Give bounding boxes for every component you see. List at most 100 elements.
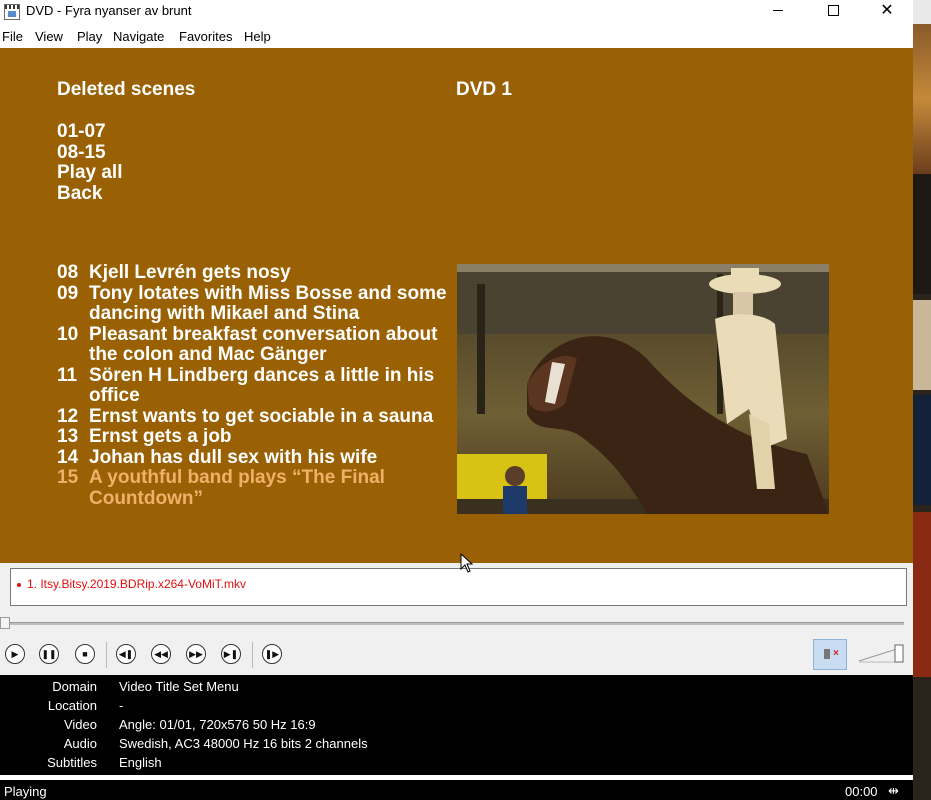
stop-button[interactable]: ■ (75, 644, 95, 664)
app-icon[interactable] (4, 4, 20, 20)
play-icon: ▶ (11, 648, 19, 659)
menu-file[interactable]: File (2, 29, 23, 44)
scene-title: Kjell Levrén gets nosy (89, 262, 291, 283)
desktop-background (913, 512, 931, 677)
info-row-subtitles: Subtitles English (0, 755, 913, 774)
info-value: Swedish, AC3 48000 Hz 16 bits 2 channels (119, 736, 368, 751)
mute-button[interactable]: × (813, 639, 847, 670)
window-title: DVD - Fyra nyanser av brunt (26, 3, 192, 18)
menu-help[interactable]: Help (244, 29, 271, 44)
playlist-item[interactable]: 1. Itsy.Bitsy.2019.BDRip.x264-VoMiT.mkv (17, 577, 246, 591)
scene-item[interactable]: 12 Ernst wants to get sociable in a sauna (57, 405, 457, 428)
menu-bar: File View Play Navigate Favorites Help (0, 27, 913, 47)
desktop-background (913, 0, 931, 24)
menu-view[interactable]: View (35, 29, 63, 44)
minimize-button[interactable] (755, 0, 801, 24)
elapsed-time: 00:00 (845, 784, 878, 799)
rewind-button[interactable]: ◀◀ (151, 644, 171, 664)
info-row-video: Video Angle: 01/01, 720x576 50 Hz 16:9 (0, 717, 913, 736)
dvd-nav-list: 01-07 08-15 Play all Back (57, 121, 123, 205)
next-button[interactable]: ▶❚ (221, 644, 241, 664)
previous-icon: ◀❚ (118, 648, 134, 659)
scene-title: Ernst gets a job (89, 426, 232, 447)
scene-list: 08 Kjell Levrén gets nosy 09 Tony lotates … (57, 262, 457, 509)
seek-bar[interactable] (5, 622, 904, 625)
scene-number: 14 (57, 446, 79, 468)
scene-number: 13 (57, 426, 79, 447)
status-text: Playing (4, 784, 47, 799)
scene-title: Tony lotates with Miss Bosse and some da… (89, 282, 447, 324)
dvd-menu-title: Deleted scenes (57, 79, 196, 100)
scene-title: Johan has dull sex with his wife (89, 446, 378, 468)
play-button[interactable]: ▶ (5, 644, 25, 664)
dvd-nav-item[interactable]: Play all (57, 162, 123, 184)
minimize-icon (773, 10, 783, 12)
dvd-nav-item[interactable]: 08-15 (57, 142, 123, 164)
menu-navigate[interactable]: Navigate (113, 29, 164, 44)
info-row-domain: Domain Video Title Set Menu (0, 679, 913, 698)
scene-title: Pleasant breakfast conversation about th… (89, 323, 438, 365)
mouse-cursor-icon (460, 553, 474, 573)
scene-title: Ernst wants to get sociable in a sauna (89, 405, 434, 427)
controls-area (0, 608, 913, 675)
pause-icon: ❚❚ (41, 648, 57, 659)
speaker-icon (824, 649, 830, 659)
stop-icon: ■ (82, 648, 88, 659)
dvd-nav-item[interactable]: 01-07 (57, 121, 123, 143)
scene-item[interactable]: 10 Pleasant breakfast conversation about … (57, 323, 457, 366)
fast-forward-button[interactable]: ▶▶ (186, 644, 206, 664)
close-button[interactable]: ✕ (864, 0, 910, 24)
title-bar: DVD - Fyra nyanser av brunt ✕ (0, 0, 913, 24)
toolbar-separator (252, 642, 253, 668)
volume-slider[interactable] (857, 643, 905, 665)
scene-number: 15 (57, 467, 79, 488)
maximize-icon (827, 5, 839, 17)
info-value: English (119, 755, 162, 770)
scene-number: 11 (57, 364, 78, 386)
playlist[interactable]: 1. Itsy.Bitsy.2019.BDRip.x264-VoMiT.mkv (10, 568, 907, 606)
scene-item[interactable]: 08 Kjell Levrén gets nosy (57, 262, 457, 284)
info-row-audio: Audio Swedish, AC3 48000 Hz 16 bits 2 ch… (0, 736, 913, 755)
scene-number: 09 (57, 282, 79, 304)
maximize-button[interactable] (810, 0, 856, 24)
playlist-item-label: 1. Itsy.Bitsy.2019.BDRip.x264-VoMiT.mkv (27, 577, 246, 591)
desktop-background (913, 24, 931, 174)
scene-title: Sören H Lindberg dances a little in his … (89, 364, 435, 406)
scene-item-selected[interactable]: 15 A youthful band plays “The Final Count… (57, 467, 457, 509)
status-bar: Playing 00:00 ⇹ (0, 780, 913, 800)
next-icon: ▶❚ (223, 648, 239, 659)
menu-favorites[interactable]: Favorites (179, 29, 232, 44)
resize-grip-icon[interactable]: ⇹ (888, 783, 899, 799)
info-label: Subtitles (47, 755, 97, 770)
dvd-nav-item[interactable]: Back (57, 183, 123, 205)
scene-item[interactable]: 13 Ernst gets a job (57, 426, 457, 448)
desktop-background (913, 300, 931, 390)
scene-number: 10 (57, 323, 79, 345)
frame-step-icon: ❚▶ (264, 648, 280, 659)
desktop-background (913, 174, 931, 294)
desktop-background (913, 395, 931, 505)
menu-play[interactable]: Play (77, 29, 102, 44)
scene-number: 12 (57, 405, 79, 427)
seek-handle[interactable] (0, 617, 10, 629)
scene-item[interactable]: 11 Sören H Lindberg dances a little in hi… (57, 364, 457, 407)
info-row-location: Location - (0, 698, 913, 717)
scene-title: A youthful band plays “The Final Countdo… (89, 467, 385, 509)
scene-item[interactable]: 09 Tony lotates with Miss Bosse and some … (57, 282, 457, 325)
frame-step-button[interactable]: ❚▶ (262, 644, 282, 664)
previous-button[interactable]: ◀❚ (116, 644, 136, 664)
thumbnail-image (457, 264, 829, 514)
info-value: - (119, 698, 124, 713)
video-area[interactable]: Deleted scenes DVD 1 01-07 08-15 Play al… (0, 48, 913, 563)
volume-handle[interactable] (894, 644, 904, 663)
pause-button[interactable]: ❚❚ (39, 644, 59, 664)
scene-item[interactable]: 14 Johan has dull sex with his wife (57, 446, 457, 469)
scene-number: 08 (57, 262, 79, 283)
fast-forward-icon: ▶▶ (189, 648, 203, 659)
scene-thumbnail (457, 264, 829, 514)
toolbar-separator (106, 642, 107, 668)
info-panel: Domain Video Title Set Menu Location - V… (0, 675, 913, 775)
info-label: Video (63, 717, 97, 732)
info-value: Video Title Set Menu (119, 679, 239, 694)
info-label: Location (47, 698, 97, 713)
